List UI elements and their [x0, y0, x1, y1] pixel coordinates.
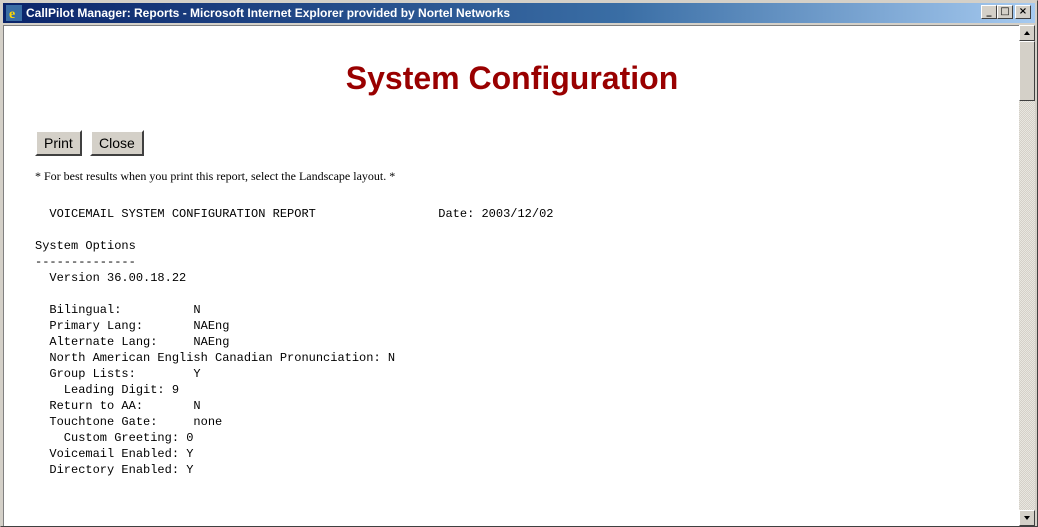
report-line: System Options [35, 239, 136, 253]
title-bar[interactable]: e CallPilot Manager: Reports - Microsoft… [3, 3, 1035, 23]
arrow-down-icon [1024, 516, 1030, 520]
maximize-icon: □ [1000, 6, 1010, 17]
minimize-icon: _ [986, 6, 992, 17]
report-line: Bilingual: N [35, 303, 201, 317]
report-line: VOICEMAIL SYSTEM CONFIGURATION REPORT Da… [35, 207, 554, 221]
report-text: VOICEMAIL SYSTEM CONFIGURATION REPORT Da… [35, 206, 553, 478]
report-line [35, 222, 553, 238]
svg-text:e: e [9, 7, 15, 21]
scroll-thumb[interactable] [1019, 41, 1035, 101]
close-button[interactable]: Close [90, 130, 144, 156]
report-line: Touchtone Gate: none [35, 415, 223, 429]
report-line: Primary Lang: NAEng [35, 319, 230, 333]
browser-window: e CallPilot Manager: Reports - Microsoft… [0, 0, 1038, 527]
print-button[interactable]: Print [35, 130, 82, 156]
report-line: Directory Enabled: Y [35, 463, 194, 477]
report-line: Group Lists: Y [35, 367, 201, 381]
report-line: Custom Greeting: 0 [35, 431, 194, 445]
report-line: Return to AA: N [35, 399, 201, 413]
scroll-up-button[interactable] [1019, 25, 1035, 41]
page-title: System Configuration [345, 60, 679, 96]
minimize-button[interactable]: _ [981, 5, 997, 19]
page-content: System Configuration Print Close * For b… [3, 25, 1019, 526]
report-line [35, 286, 553, 302]
close-window-button[interactable]: × [1015, 5, 1031, 19]
report-line: -------------- [35, 255, 136, 269]
report-line: Leading Digit: 9 [35, 383, 180, 397]
internet-explorer-icon: e [6, 5, 22, 21]
close-icon: × [1018, 6, 1028, 17]
scroll-down-button[interactable] [1019, 510, 1035, 526]
report-line: Alternate Lang: NAEng [35, 335, 230, 349]
maximize-button[interactable]: □ [997, 5, 1013, 19]
report-line: North American English Canadian Pronunci… [35, 351, 396, 365]
window-title: CallPilot Manager: Reports - Microsoft I… [26, 6, 511, 20]
report-line: Version 36.00.18.22 [35, 271, 187, 285]
vertical-scrollbar[interactable] [1019, 25, 1035, 526]
arrow-up-icon [1024, 31, 1030, 35]
report-line: Voicemail Enabled: Y [35, 447, 194, 461]
print-hint: * For best results when you print this r… [35, 169, 396, 183]
